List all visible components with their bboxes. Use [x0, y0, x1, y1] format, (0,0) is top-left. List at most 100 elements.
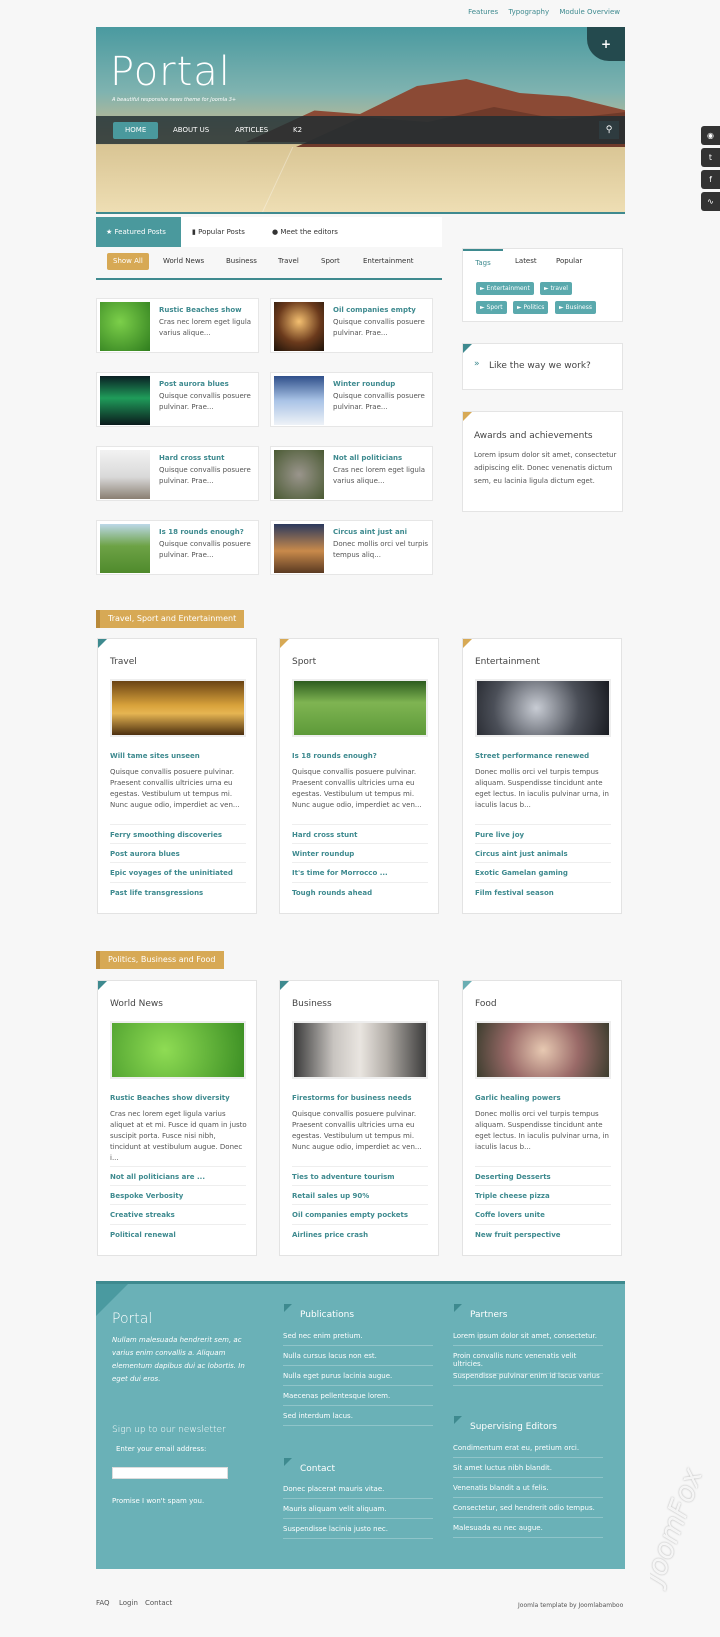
chevron-down-icon[interactable]: » [474, 359, 480, 369]
top-link-typography[interactable]: Typography [508, 8, 549, 16]
nav-home[interactable]: HOME [113, 122, 159, 139]
column-link[interactable]: Pure live joy [475, 824, 611, 839]
footer-link[interactable]: Venenatis blandit a ut felis. [453, 1484, 603, 1498]
column-link[interactable]: Ties to adventure tourism [292, 1166, 428, 1181]
footer-link[interactable]: Proin convallis nunc venenatis velit ult… [453, 1352, 603, 1374]
footer-link[interactable]: Nulla cursus lacus non est. [283, 1352, 433, 1366]
post-card[interactable]: Rustic Beaches show Cras nec lorem eget … [96, 298, 259, 353]
post-card[interactable]: Circus aint just ani Donec mollis orci v… [270, 520, 433, 575]
footer-link[interactable]: Suspendisse lacinia justo nec. [283, 1525, 433, 1539]
column-link[interactable]: Airlines price crash [292, 1224, 428, 1239]
footer-link[interactable]: Nulla eget purus lacinia augue. [283, 1372, 433, 1386]
column-link[interactable]: Retail sales up 90% [292, 1185, 428, 1200]
footer-link[interactable]: Condimentum erat eu, pretium orci. [453, 1444, 603, 1458]
post-thumbnail[interactable] [100, 302, 150, 351]
tab-featured-posts[interactable]: ★ Featured Posts [96, 217, 181, 247]
column-link[interactable]: Triple cheese pizza [475, 1185, 611, 1200]
column-link[interactable]: Political renewal [110, 1224, 246, 1239]
site-title[interactable]: Portal [110, 49, 231, 95]
post-thumbnail[interactable] [274, 450, 324, 499]
column-image[interactable] [292, 1021, 428, 1079]
column-headline[interactable]: Firestorms for business needs [292, 1094, 412, 1102]
tag-entertainment[interactable]: ► Entertainment [476, 282, 534, 295]
post-thumbnail[interactable] [100, 376, 150, 425]
post-title[interactable]: Is 18 rounds enough? [159, 528, 244, 536]
post-thumbnail[interactable] [274, 376, 324, 425]
column-link[interactable]: Creative streaks [110, 1204, 246, 1219]
post-title[interactable]: Hard cross stunt [159, 454, 225, 462]
bottom-link-login[interactable]: Login [119, 1599, 138, 1607]
column-headline[interactable]: Is 18 rounds enough? [292, 752, 377, 760]
like-widget[interactable]: » Like the way we work? [462, 343, 623, 390]
column-image[interactable] [475, 1021, 611, 1079]
footer-link[interactable]: Donec placerat mauris vitae. [283, 1485, 433, 1499]
filter-show-all[interactable]: Show All [107, 253, 149, 270]
dribbble-icon[interactable]: ◉ [701, 126, 720, 145]
column-link[interactable]: New fruit perspective [475, 1224, 611, 1239]
tag-sport[interactable]: ► Sport [476, 301, 507, 314]
column-link[interactable]: Past life transgressions [110, 882, 246, 897]
column-link[interactable]: Tough rounds ahead [292, 882, 428, 897]
twitter-icon[interactable]: t [701, 148, 720, 167]
filter-travel[interactable]: Travel [278, 253, 299, 270]
column-image[interactable] [475, 679, 611, 737]
column-link[interactable]: Circus aint just animals [475, 843, 611, 858]
column-link[interactable]: Post aurora blues [110, 843, 246, 858]
column-headline[interactable]: Rustic Beaches show diversity [110, 1094, 230, 1102]
tab-latest[interactable]: Latest [515, 249, 537, 274]
column-headline[interactable]: Will tame sites unseen [110, 752, 200, 760]
post-thumbnail[interactable] [100, 450, 150, 499]
facebook-icon[interactable]: f [701, 170, 720, 189]
tab-meet-editors[interactable]: ● Meet the editors [272, 217, 338, 247]
post-title[interactable]: Post aurora blues [159, 380, 229, 388]
nav-k2[interactable]: K2 [293, 116, 302, 144]
footer-link[interactable]: Mauris aliquam velit aliquam. [283, 1505, 433, 1519]
tab-tags[interactable]: Tags [463, 249, 503, 274]
bottom-link-faq[interactable]: FAQ [96, 1599, 110, 1607]
footer-link[interactable]: Suspendisse pulvinar enim id lacus variu… [453, 1372, 603, 1386]
tab-popular[interactable]: Popular [556, 249, 582, 274]
column-headline[interactable]: Street performance renewed [475, 752, 589, 760]
post-card[interactable]: Oil companies empty Quisque convallis po… [270, 298, 433, 353]
column-image[interactable] [110, 1021, 246, 1079]
footer-link[interactable]: Lorem ipsum dolor sit amet, consectetur. [453, 1332, 603, 1346]
post-card[interactable]: Hard cross stunt Quisque convallis posue… [96, 446, 259, 501]
tag-travel[interactable]: ► travel [540, 282, 572, 295]
search-icon[interactable]: ⚲ [599, 121, 619, 139]
rss-icon[interactable]: ∿ [701, 192, 720, 211]
nav-articles[interactable]: ARTICLES [235, 116, 268, 144]
tab-popular-posts[interactable]: ▮ Popular Posts [192, 217, 245, 247]
post-thumbnail[interactable] [100, 524, 150, 573]
filter-entertainment[interactable]: Entertainment [363, 253, 414, 270]
post-card[interactable]: Post aurora blues Quisque convallis posu… [96, 372, 259, 427]
column-link[interactable]: It's time for Morrocco ... [292, 862, 428, 877]
column-link[interactable]: Oil companies empty pockets [292, 1204, 428, 1219]
column-image[interactable] [292, 679, 428, 737]
column-headline[interactable]: Garlic healing powers [475, 1094, 561, 1102]
post-title[interactable]: Oil companies empty [333, 306, 416, 314]
nav-about-us[interactable]: ABOUT US [173, 116, 209, 144]
post-title[interactable]: Rustic Beaches show [159, 306, 242, 314]
post-card[interactable]: Is 18 rounds enough? Quisque convallis p… [96, 520, 259, 575]
column-link[interactable]: Exotic Gamelan gaming [475, 862, 611, 877]
post-card[interactable]: Winter roundup Quisque convallis posuere… [270, 372, 433, 427]
top-link-module-overview[interactable]: Module Overview [559, 8, 620, 16]
post-thumbnail[interactable] [274, 524, 324, 573]
post-title[interactable]: Not all politicians [333, 454, 402, 462]
filter-business[interactable]: Business [226, 253, 257, 270]
column-link[interactable]: Not all politicians are ... [110, 1166, 246, 1181]
like-title[interactable]: Like the way we work? [489, 361, 591, 371]
bottom-link-contact[interactable]: Contact [145, 1599, 172, 1607]
footer-link[interactable]: Sed interdum lacus. [283, 1412, 433, 1426]
top-link-features[interactable]: Features [468, 8, 498, 16]
footer-link[interactable]: Maecenas pellentesque lorem. [283, 1392, 433, 1406]
column-image[interactable] [110, 679, 246, 737]
footer-link[interactable]: Malesuada eu nec augue. [453, 1524, 603, 1538]
post-card[interactable]: Not all politicians Cras nec lorem eget … [270, 446, 433, 501]
column-link[interactable]: Winter roundup [292, 843, 428, 858]
column-link[interactable]: Deserting Desserts [475, 1166, 611, 1181]
filter-sport[interactable]: Sport [321, 253, 340, 270]
footer-link[interactable]: Sed nec enim pretium. [283, 1332, 433, 1346]
column-link[interactable]: Film festival season [475, 882, 611, 897]
tag-business[interactable]: ► Business [555, 301, 596, 314]
